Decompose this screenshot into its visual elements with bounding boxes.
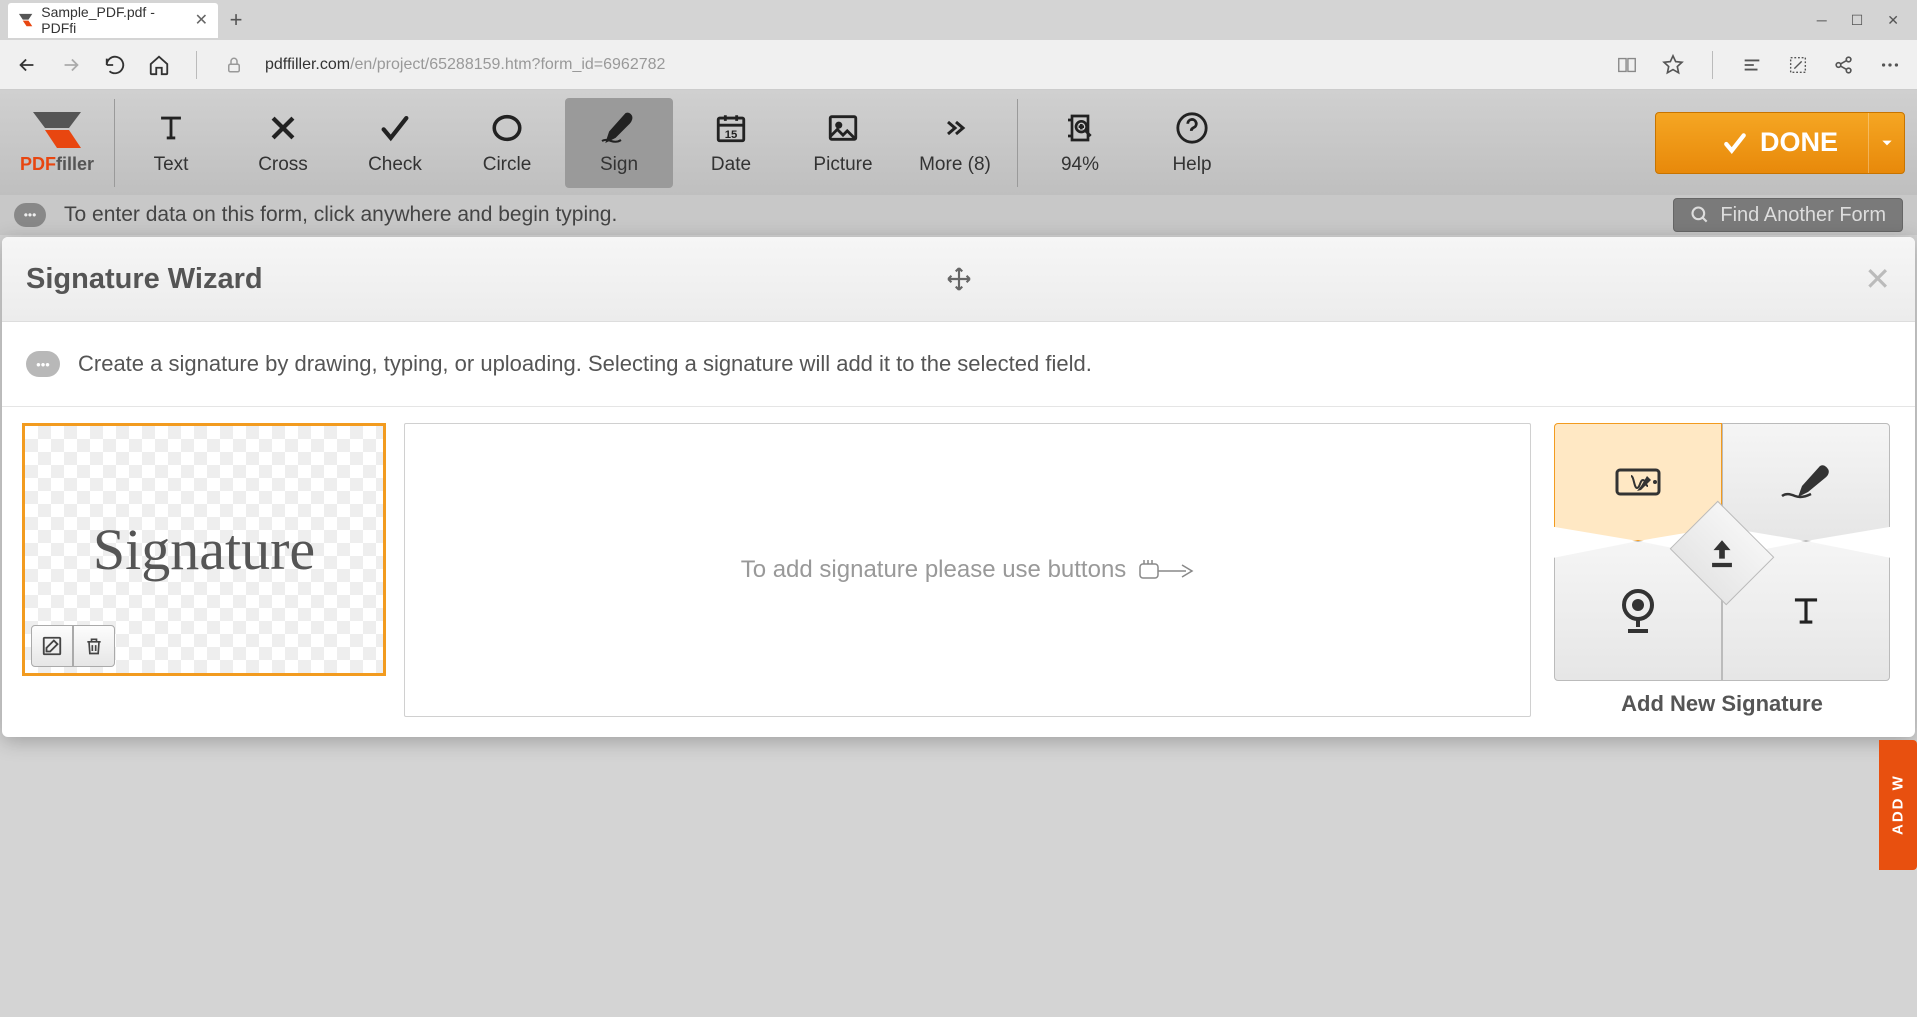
done-label: DONE [1760, 127, 1838, 158]
modal-info-bar: ••• Create a signature by drawing, typin… [2, 322, 1915, 407]
side-tab-add[interactable]: ADD W [1879, 740, 1917, 870]
tool-more[interactable]: More (8) [901, 98, 1009, 188]
favorite-icon[interactable] [1660, 52, 1686, 78]
tab-title: Sample_PDF.pdf - PDFfi [41, 4, 186, 36]
tool-cross-label: Cross [258, 154, 308, 176]
circle-icon [489, 110, 525, 146]
signature-empty-hint: To add signature please use buttons [404, 423, 1531, 717]
brand-name: PDFfiller [20, 154, 94, 175]
lock-icon [221, 52, 247, 78]
share-icon[interactable] [1831, 52, 1857, 78]
signature-thumbnail[interactable]: Signature [22, 423, 386, 676]
refresh-button[interactable] [102, 52, 128, 78]
signature-actions [31, 625, 115, 667]
tool-check[interactable]: Check [341, 98, 449, 188]
tool-picture[interactable]: Picture [789, 98, 897, 188]
info-bubble-icon: ••• [26, 351, 60, 377]
home-button[interactable] [146, 52, 172, 78]
hint-bar: ••• To enter data on this form, click an… [0, 195, 1917, 235]
tool-more-label: More (8) [919, 154, 991, 176]
done-button[interactable]: DONE [1655, 112, 1905, 174]
signature-sample-text: Signature [93, 516, 315, 583]
text-icon [154, 110, 188, 146]
more-chevrons-icon [938, 110, 972, 146]
tool-date-label: Date [711, 154, 751, 176]
tool-zoom-label: 94% [1061, 154, 1099, 176]
side-tab-label: ADD W [1890, 775, 1907, 836]
sign-icon [599, 110, 639, 146]
new-tab-button[interactable]: + [218, 2, 254, 38]
add-new-signature-label: Add New Signature [1621, 691, 1823, 717]
tool-check-label: Check [368, 154, 422, 176]
edit-signature-button[interactable] [31, 625, 73, 667]
move-handle-icon[interactable] [946, 266, 972, 292]
minimize-icon[interactable]: ─ [1817, 12, 1827, 29]
url-path: /en/project/65288159.htm?form_id=6962782 [350, 56, 665, 73]
hub-icon[interactable] [1739, 52, 1765, 78]
tool-help[interactable]: Help [1138, 98, 1246, 188]
delete-signature-button[interactable] [73, 625, 115, 667]
tool-text-label: Text [154, 154, 189, 176]
check-icon [376, 110, 414, 146]
tool-text[interactable]: Text [117, 98, 225, 188]
window-controls: ─ ☐ ✕ [1817, 12, 1917, 29]
svg-text:15: 15 [725, 128, 738, 140]
app-toolbar: PDFfiller Text Cross Check Circle Sign 1… [0, 90, 1917, 195]
tool-circle[interactable]: Circle [453, 98, 561, 188]
modal-info-text: Create a signature by drawing, typing, o… [78, 351, 1092, 377]
find-form-label: Find Another Form [1720, 204, 1886, 227]
tool-picture-label: Picture [813, 154, 872, 176]
notes-icon[interactable] [1785, 52, 1811, 78]
close-window-icon[interactable]: ✕ [1887, 12, 1899, 29]
modal-body: Signature To add signature please use bu… [2, 407, 1915, 737]
maximize-icon[interactable]: ☐ [1851, 12, 1864, 29]
back-button[interactable] [14, 52, 40, 78]
browser-tab[interactable]: Sample_PDF.pdf - PDFfi ✕ [8, 3, 218, 38]
close-modal-button[interactable]: ✕ [1864, 260, 1891, 298]
zoom-icon [1064, 110, 1096, 146]
cross-icon [266, 110, 300, 146]
reading-view-icon[interactable] [1614, 52, 1640, 78]
browser-tab-strip: Sample_PDF.pdf - PDFfi ✕ + ─ ☐ ✕ [0, 0, 1917, 40]
find-another-form-button[interactable]: Find Another Form [1673, 198, 1903, 232]
forward-button[interactable] [58, 52, 84, 78]
url-host: pdffiller.com [265, 56, 350, 73]
done-dropdown[interactable] [1868, 113, 1904, 173]
pointing-hand-icon [1138, 552, 1194, 588]
pdffiller-favicon [18, 12, 33, 28]
hint-text: To enter data on this form, click anywhe… [64, 203, 617, 227]
date-icon: 15 [713, 110, 749, 146]
tool-sign-label: Sign [600, 154, 638, 176]
address-bar: pdffiller.com/en/project/65288159.htm?fo… [0, 40, 1917, 90]
tool-sign[interactable]: Sign [565, 98, 673, 188]
modal-header: Signature Wizard ✕ [2, 237, 1915, 322]
signature-methods: Add New Signature [1549, 423, 1895, 717]
signature-wizard-modal: Signature Wizard ✕ ••• Create a signatur… [2, 237, 1915, 737]
hint-bubble-icon: ••• [14, 203, 46, 227]
tool-cross[interactable]: Cross [229, 98, 337, 188]
help-icon [1175, 110, 1209, 146]
close-tab-icon[interactable]: ✕ [195, 10, 208, 30]
url-display[interactable]: pdffiller.com/en/project/65288159.htm?fo… [265, 56, 665, 74]
picture-icon [824, 110, 862, 146]
brand-logo[interactable]: PDFfiller [0, 99, 115, 187]
tool-help-label: Help [1172, 154, 1211, 176]
tool-date[interactable]: 15 Date [677, 98, 785, 188]
empty-hint-text: To add signature please use buttons [741, 556, 1127, 584]
more-icon[interactable] [1877, 52, 1903, 78]
tool-zoom[interactable]: 94% [1026, 98, 1134, 188]
tool-circle-label: Circle [483, 154, 532, 176]
modal-title: Signature Wizard [26, 263, 263, 296]
